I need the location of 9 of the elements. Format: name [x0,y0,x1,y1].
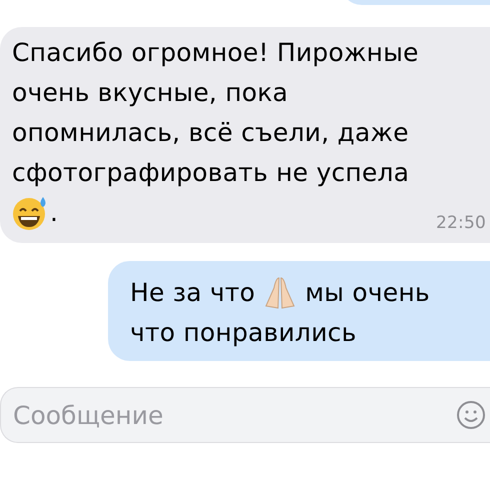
emoji-icon[interactable] [456,400,486,430]
message-text: мы очень [305,277,430,309]
praying-hands-icon [263,276,298,310]
message-field[interactable]: Сообщение [0,387,490,443]
message-text: что понравились [130,317,356,349]
message-text: . [50,197,58,229]
message-time: 22:50 [436,213,486,233]
message-text: Не за что [130,277,256,309]
message-text: Спасибо огромное! Пирожные очень вкусные, пока опомнилась, всё съели, даже сфотографировать не успела [12,37,420,189]
